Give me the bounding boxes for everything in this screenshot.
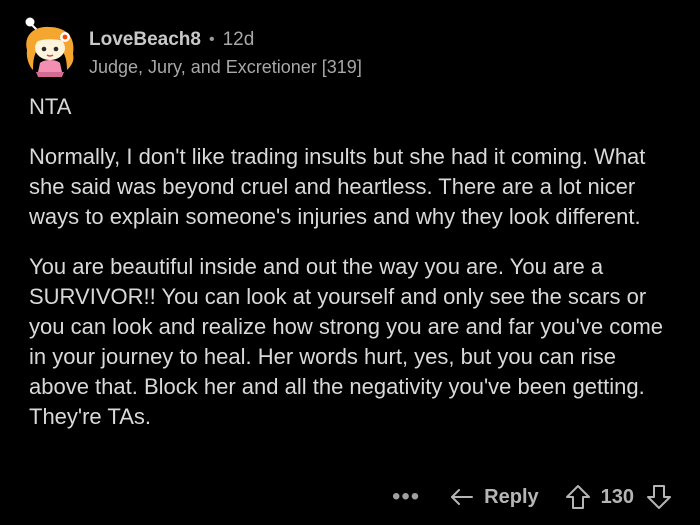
- comment-meta: LoveBeach8 • 12d Judge, Jury, and Excret…: [89, 14, 362, 78]
- reply-label: Reply: [484, 485, 539, 508]
- comment-age: 12d: [222, 29, 255, 50]
- comment-body: NTA Normally, I don't like trading insul…: [29, 92, 679, 452]
- reply-arrow-icon: [451, 489, 474, 505]
- meta-separator: •: [208, 31, 215, 48]
- vote-score: 130: [600, 485, 634, 508]
- comment: LoveBeach8 • 12d Judge, Jury, and Excret…: [0, 0, 700, 525]
- comment-paragraph: NTA: [29, 94, 72, 119]
- comment-actions: ••• Reply 130: [392, 481, 672, 513]
- author-line: LoveBeach8 • 12d: [89, 28, 362, 52]
- username[interactable]: LoveBeach8: [89, 28, 201, 52]
- comment-header: LoveBeach8 • 12d Judge, Jury, and Excret…: [18, 14, 362, 80]
- comment-paragraph: Normally, I don't like trading insults b…: [29, 144, 646, 229]
- upvote-arrow-icon[interactable]: [565, 484, 591, 510]
- more-options-icon[interactable]: •••: [392, 485, 420, 509]
- downvote-arrow-icon[interactable]: [646, 484, 672, 510]
- user-avatar[interactable]: [18, 14, 82, 78]
- comment-paragraph: You are beautiful inside and out the way…: [29, 254, 664, 429]
- reply-button[interactable]: Reply: [450, 485, 539, 509]
- vote-controls: 130: [565, 484, 672, 510]
- user-flair: Judge, Jury, and Excretioner [319]: [89, 57, 362, 77]
